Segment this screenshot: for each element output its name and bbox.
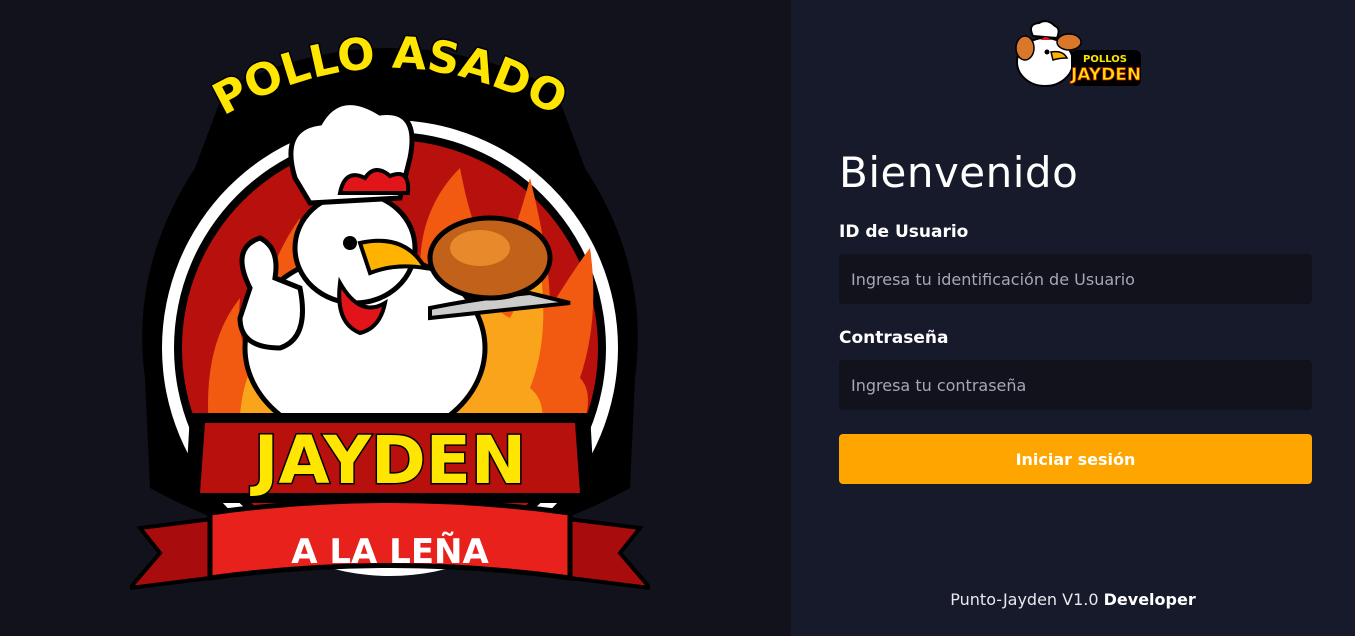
login-panel: POLLOS JAYDEN Bienvenido ID de Usuario C… <box>791 0 1355 636</box>
password-label: Contraseña <box>839 328 949 348</box>
login-button[interactable]: Iniciar sesión <box>839 434 1312 484</box>
rooster-logo: POLLOS JAYDEN <box>1015 20 1141 87</box>
small-logo-line2: JAYDEN <box>1070 65 1141 85</box>
version-text: Punto-Jayden V1.0 <box>950 590 1099 609</box>
page-title: Bienvenido <box>839 148 1079 197</box>
chef-rooster-logo: POLLO ASADO JAYDEN A LA LEÑA <box>130 26 650 591</box>
hero-ribbon-text: A LA LEÑA <box>291 531 489 572</box>
user-id-label: ID de Usuario <box>839 222 969 242</box>
developer-credit: Developer <box>1103 590 1196 609</box>
user-id-input[interactable] <box>839 254 1312 304</box>
small-logo-line1: POLLOS <box>1083 54 1127 65</box>
password-input[interactable] <box>839 360 1312 410</box>
version-footer: Punto-Jayden V1.0 Developer <box>791 590 1355 609</box>
hero-panel: POLLO ASADO JAYDEN A LA LEÑA <box>0 0 791 636</box>
hero-brand-text: JAYDEN <box>250 422 526 499</box>
